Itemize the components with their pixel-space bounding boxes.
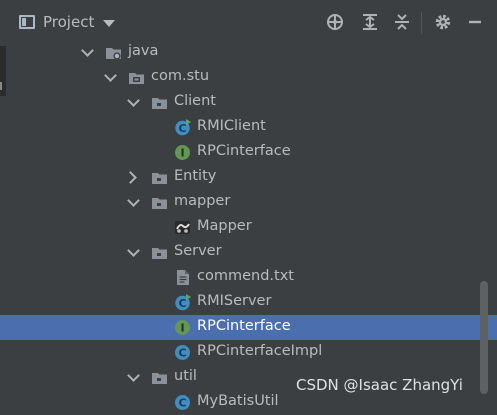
tree-item-server[interactable]: Server [0,240,497,265]
mybatis-mapper-icon [174,219,191,236]
chevron-down-icon[interactable] [81,44,94,57]
project-window-icon [19,15,35,29]
tree-item-mapper[interactable]: Mapper [0,215,497,240]
package-icon [128,69,145,86]
chevron-right-icon[interactable] [124,171,137,184]
class-run-icon: C [174,294,191,311]
interface-icon: I [174,319,191,336]
tree-item-label: Mapper [197,218,252,234]
svg-text:C: C [178,397,186,410]
svg-text:C: C [178,122,186,135]
collapse-all-icon[interactable] [393,13,411,31]
toolbar-separator [421,12,422,34]
tree-item-label: RPCinterfaceImpl [197,343,323,359]
tree-item-rmiserver[interactable]: C RMIServer [0,290,497,315]
folder-icon [151,369,168,386]
tree-item-label: Server [174,243,222,259]
folder-icon [151,169,168,186]
java-source-folder-icon [105,44,122,61]
tree-item-com-stu[interactable]: com.stu [0,65,497,90]
tree-item-label: Entity [174,168,217,184]
tree-item-label: java [128,43,159,59]
tree-item-label: com.stu [151,68,210,84]
interface-icon: I [174,144,191,161]
tree-item-rmiclient[interactable]: C RMIClient [0,115,497,140]
svg-text:I: I [180,147,184,160]
chevron-down-icon[interactable] [127,94,140,107]
gear-icon[interactable] [434,13,452,31]
tree-item-mapper[interactable]: mapper [0,190,497,215]
chevron-down-icon[interactable] [103,20,115,27]
chevron-down-icon[interactable] [127,369,140,382]
svg-text:C: C [178,347,186,360]
chevron-down-icon[interactable] [104,69,117,82]
class-icon: C [174,344,191,361]
tree-item-label: Client [174,93,216,109]
chevron-down-icon[interactable] [127,244,140,257]
chevron-down-icon[interactable] [127,194,140,207]
tree-item-label: RMIClient [197,118,266,134]
folder-icon [151,244,168,261]
tree-item-label: mapper [174,193,231,209]
tree-item-rpcinterface[interactable]: I RPCinterface [0,315,497,340]
text-file-icon [174,269,191,286]
tree-item-entity[interactable]: Entity [0,165,497,190]
class-run-icon: C [174,119,191,136]
tree-item-label: util [174,368,197,384]
vertical-scrollbar[interactable] [480,281,488,394]
locate-icon[interactable] [326,13,344,31]
minimize-icon[interactable] [466,13,484,31]
watermark: CSDN @Isaac ZhangYi [296,376,463,394]
tree-item-rpcinterface[interactable]: I RPCinterface [0,140,497,165]
tree-item-rpcinterfaceimpl[interactable]: C RPCinterfaceImpl [0,340,497,365]
folder-icon [151,94,168,111]
tree-item-label: RPCinterface [197,318,291,334]
tree-item-java[interactable]: java [0,40,497,65]
tree-item-label: RMIServer [197,293,272,309]
class-icon: C [174,394,191,411]
svg-text:I: I [180,322,184,335]
folder-icon [151,194,168,211]
expand-all-icon[interactable] [361,13,379,31]
tree-item-label: RPCinterface [197,143,291,159]
panel-title[interactable]: Project [43,13,94,31]
tree-item-commend-txt[interactable]: commend.txt [0,265,497,290]
svg-text:C: C [178,297,186,310]
tree-item-label: commend.txt [197,268,294,284]
tree-item-client[interactable]: Client [0,90,497,115]
